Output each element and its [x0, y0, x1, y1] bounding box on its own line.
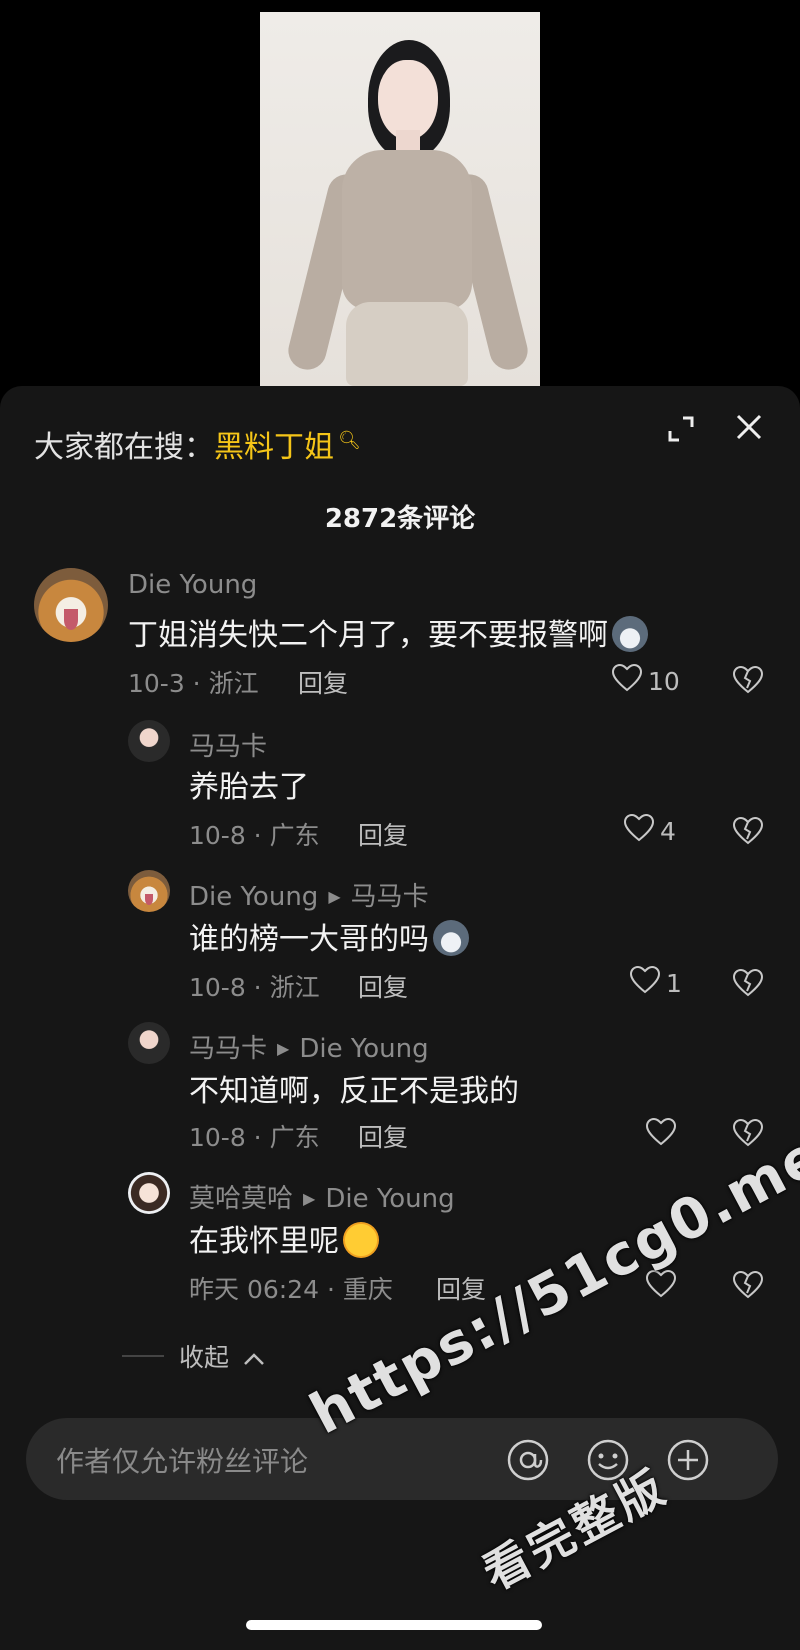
reply-to-name[interactable]: Die Young — [299, 1034, 428, 1064]
like-button[interactable]: 10 — [611, 663, 680, 698]
comment-date-location: 10-3 · 浙江 — [128, 669, 259, 698]
home-indicator[interactable] — [246, 1620, 542, 1630]
author-name[interactable]: Die Young — [128, 570, 257, 600]
comment-text: 养胎去了 — [189, 770, 309, 805]
comment-text: 不知道啊，反正不是我的 — [189, 1074, 519, 1109]
expand-icon[interactable] — [664, 412, 698, 446]
video-figure-shorts — [346, 302, 468, 386]
broken-heart-icon — [732, 816, 764, 849]
collapse-divider — [122, 1355, 164, 1357]
comment-date-location: 10-8 · 广东 — [189, 821, 320, 850]
avatar[interactable] — [128, 870, 170, 912]
dislike-button[interactable] — [732, 1270, 764, 1303]
like-count: 1 — [666, 968, 682, 998]
comment-input-placeholder: 作者仅允许粉丝评论 — [56, 1445, 309, 1478]
video-figure-face — [378, 60, 438, 140]
comment-text-content: 谁的榜一大哥的吗 — [189, 922, 429, 957]
avatar[interactable] — [128, 1172, 170, 1214]
collapse-replies-button[interactable]: 收起 — [179, 1338, 265, 1374]
star-eyes-emoji-icon — [343, 1221, 379, 1258]
comment-text: 谁的榜一大哥的吗 — [189, 914, 469, 959]
comment-author[interactable]: 马马卡 ▶ Die Young — [189, 1028, 429, 1065]
comment-date-location: 10-8 · 浙江 — [189, 973, 320, 1002]
reply-button[interactable]: 回复 — [358, 968, 408, 1004]
comment-text: 在我怀里呢 — [189, 1216, 379, 1261]
trending-keyword[interactable]: 黑料丁姐 — [214, 430, 334, 465]
author-name[interactable]: 马马卡 — [189, 732, 267, 762]
comment-text-content: 丁姐消失快二个月了，要不要报警啊 — [128, 618, 608, 653]
like-button[interactable]: 1 — [629, 965, 682, 1000]
video-preview[interactable] — [260, 12, 540, 386]
like-count: 4 — [660, 816, 676, 846]
trending-prefix: 大家都在搜： — [34, 430, 214, 465]
dislike-button[interactable] — [732, 665, 764, 698]
reply-button[interactable]: 回复 — [298, 664, 348, 700]
comment-date-location: 10-8 · 广东 — [189, 1123, 320, 1152]
at-mention-icon[interactable] — [506, 1438, 550, 1482]
heart-icon — [629, 965, 661, 1000]
chevron-up-icon — [243, 1343, 265, 1372]
comment-sheet: 大家都在搜：黑料丁姐 🔍︎ 2872条评论 Die Young 丁姐消失快二个月了… — [0, 386, 800, 1650]
comment-count: 2872条评论 — [324, 504, 476, 534]
close-icon[interactable] — [730, 408, 768, 446]
reply-arrow-icon: ▶ — [328, 887, 341, 906]
comment-author[interactable]: 马马卡 — [189, 726, 267, 763]
author-name[interactable]: 莫哈莫哈 — [189, 1184, 293, 1214]
trending-search-bar[interactable]: 大家都在搜：黑料丁姐 🔍︎ — [34, 422, 361, 466]
heart-icon — [611, 663, 643, 698]
wolf-emoji-icon — [612, 615, 648, 652]
reply-arrow-icon: ▶ — [277, 1039, 290, 1058]
add-icon[interactable] — [666, 1438, 710, 1482]
reply-button[interactable]: 回复 — [358, 1118, 408, 1154]
like-button[interactable]: 4 — [623, 813, 676, 848]
reply-to-name[interactable]: Die Young — [325, 1184, 454, 1214]
dislike-button[interactable] — [732, 816, 764, 849]
comment-text: 丁姐消失快二个月了，要不要报警啊 — [128, 610, 648, 655]
comment-author[interactable]: 莫哈莫哈 ▶ Die Young — [189, 1178, 455, 1215]
broken-heart-icon — [732, 1270, 764, 1303]
author-name[interactable]: 马马卡 — [189, 1034, 267, 1064]
like-button[interactable] — [645, 1117, 682, 1152]
reply-button[interactable]: 回复 — [358, 816, 408, 852]
avatar[interactable] — [128, 720, 170, 762]
reply-arrow-icon: ▶ — [303, 1189, 316, 1208]
comment-author[interactable]: Die Young — [128, 570, 257, 600]
heart-icon — [623, 813, 655, 848]
heart-icon — [645, 1117, 677, 1152]
search-icon: 🔍︎ — [338, 430, 361, 451]
author-name[interactable]: Die Young — [189, 882, 318, 912]
collapse-label: 收起 — [179, 1343, 230, 1372]
like-count: 10 — [648, 666, 680, 696]
broken-heart-icon — [732, 968, 764, 1001]
wolf-emoji-icon — [433, 919, 469, 956]
reply-to-name[interactable]: 马马卡 — [351, 882, 429, 912]
video-figure-torso — [342, 150, 472, 310]
comment-date-location: 昨天 06:24 · 重庆 — [189, 1275, 393, 1304]
avatar[interactable] — [34, 568, 108, 642]
dislike-button[interactable] — [732, 968, 764, 1001]
comment-author[interactable]: Die Young ▶ 马马卡 — [189, 876, 429, 913]
comment-text-content: 在我怀里呢 — [189, 1224, 339, 1259]
avatar[interactable] — [128, 1022, 170, 1064]
broken-heart-icon — [732, 665, 764, 698]
